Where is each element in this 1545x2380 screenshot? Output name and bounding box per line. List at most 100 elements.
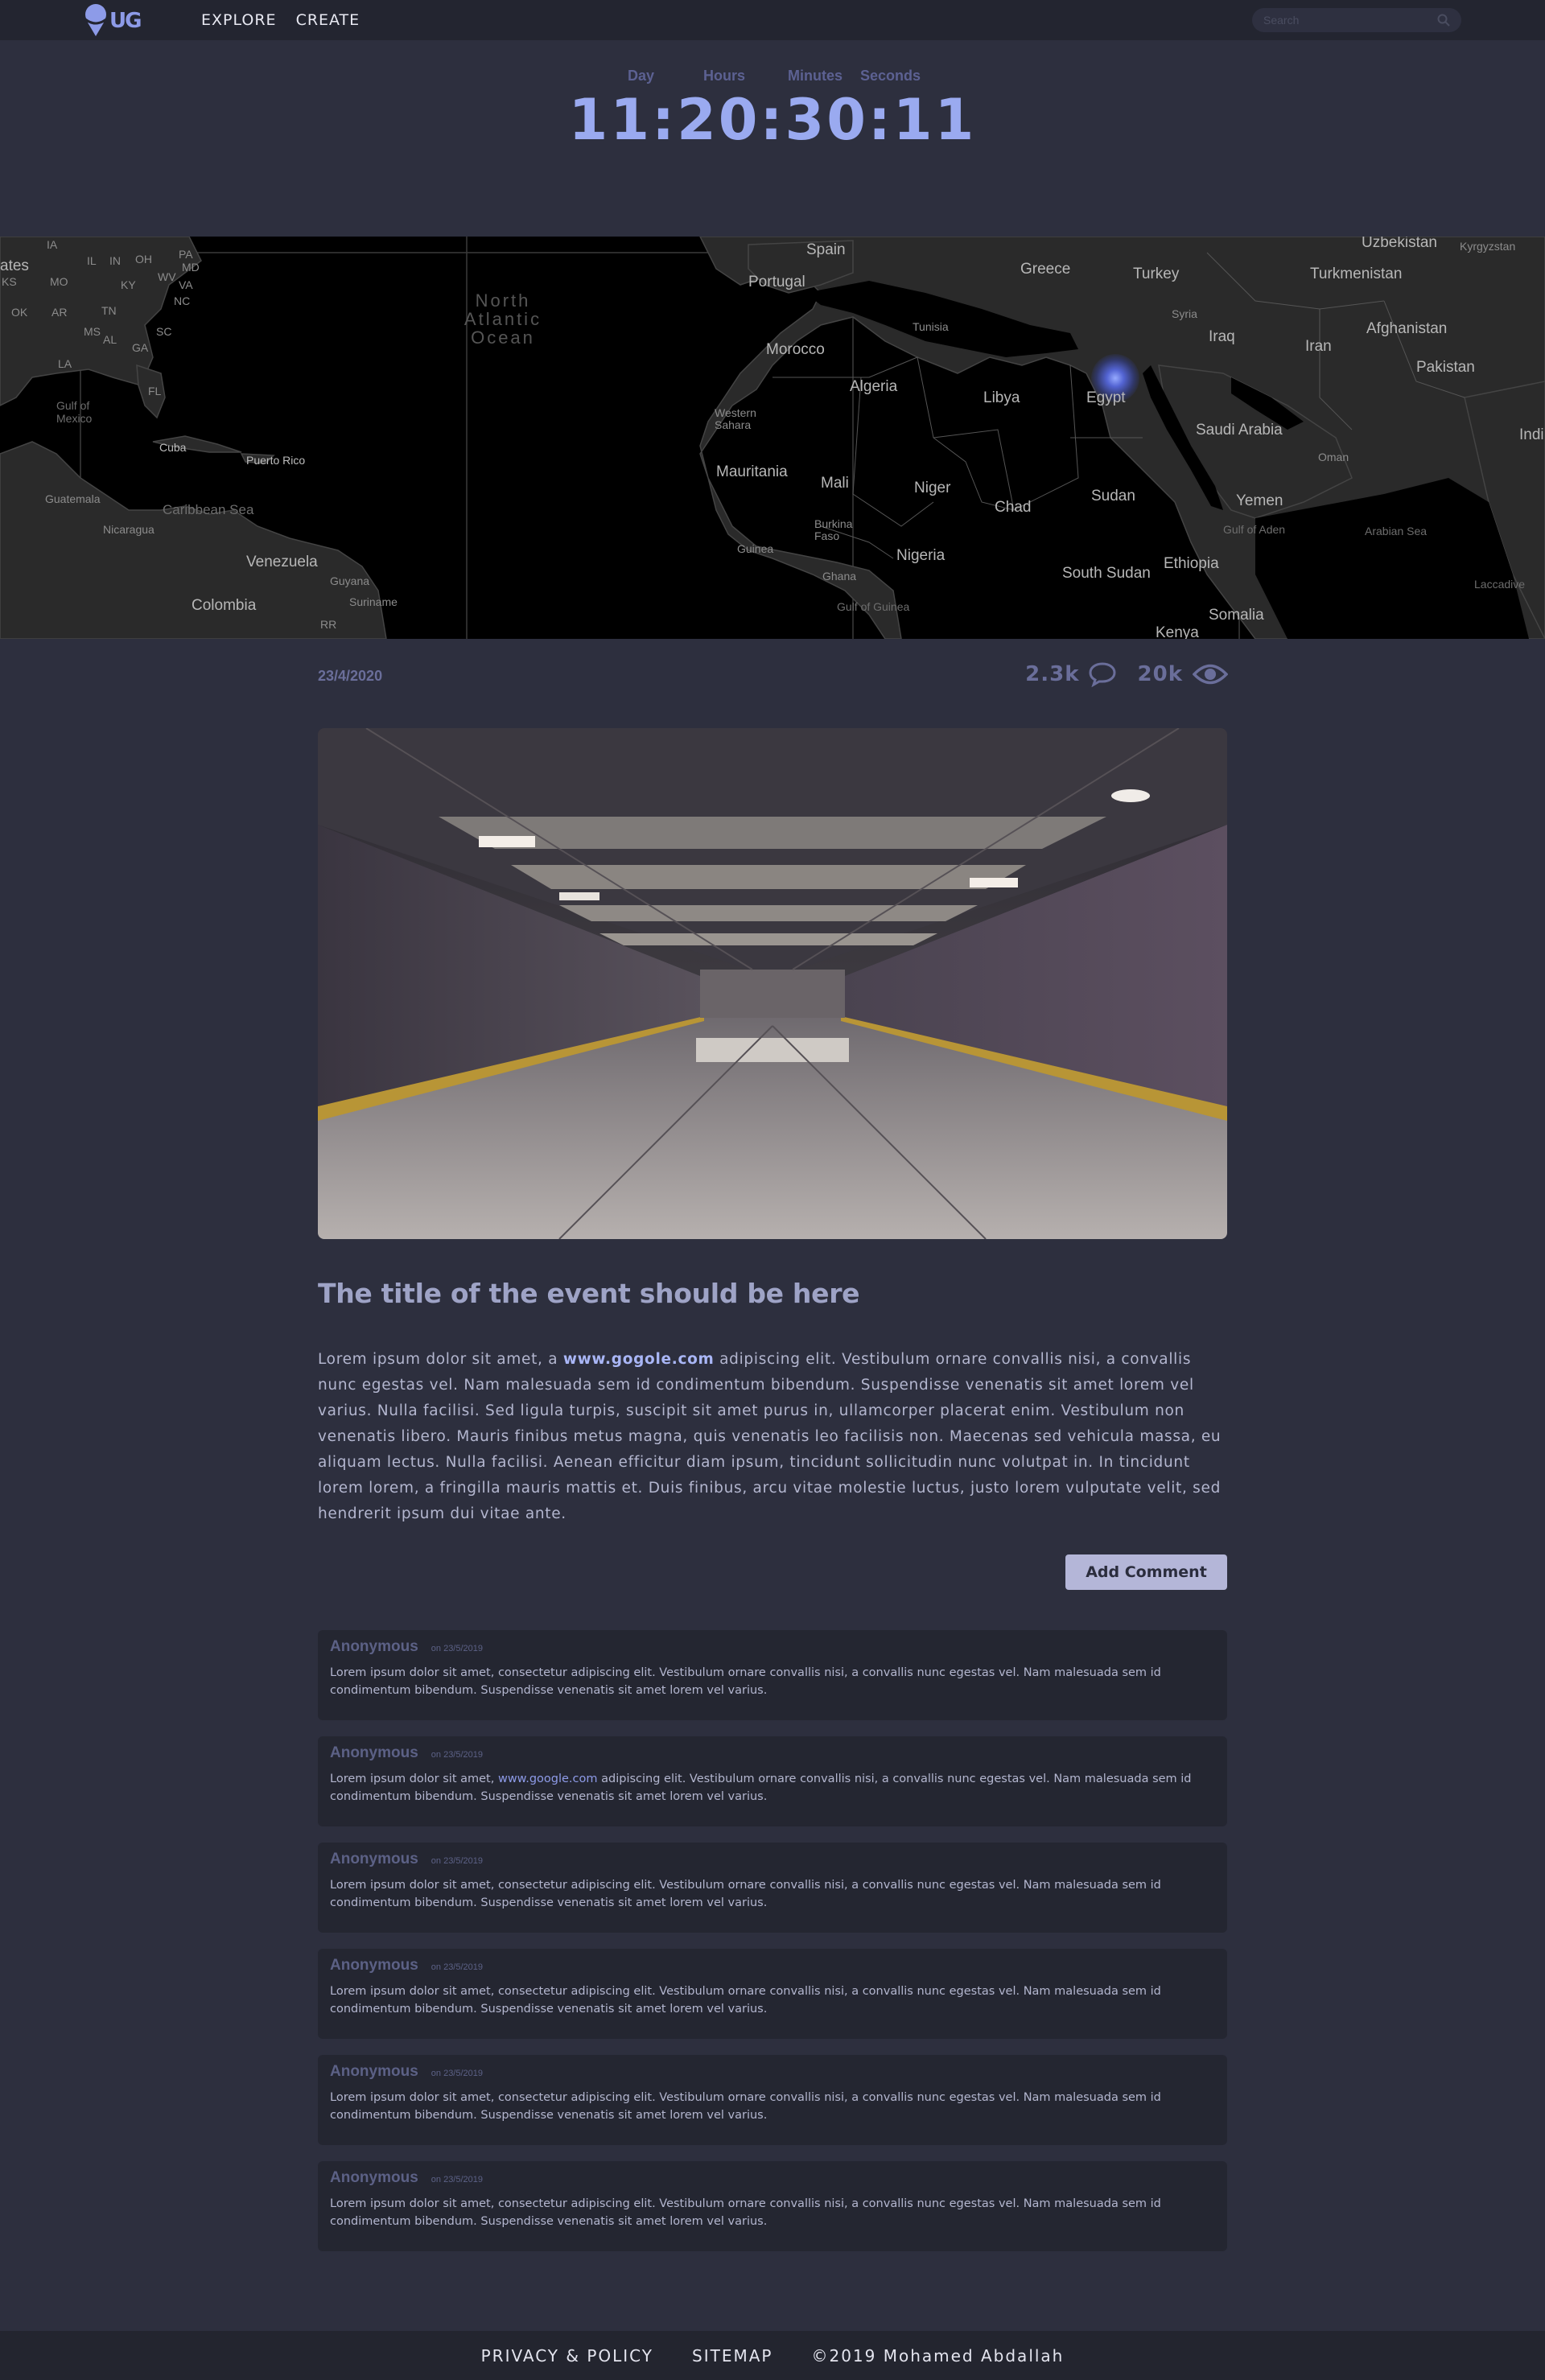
comment-text: Lorem ipsum dolor sit amet, consectetur … [330, 1876, 1215, 1912]
countdown-minutes-label: Minutes [788, 68, 843, 84]
map-label: Egypt [1086, 389, 1126, 406]
map-label: LA [58, 357, 72, 370]
map-label: NC [174, 294, 191, 307]
map-label: Sudan [1091, 488, 1135, 504]
map-land-shapes [0, 237, 1545, 639]
map-label: AR [52, 306, 68, 319]
map-label: Kenya [1156, 624, 1199, 639]
map-label: North Atlantic Ocean [464, 290, 542, 348]
comment-card: Anonymous on 23/5/2019 Lorem ipsum dolor… [318, 1736, 1227, 1826]
map-label: MO [50, 275, 68, 288]
map-label: Gulf of Mexico [56, 399, 93, 425]
comment-card: Anonymous on 23/5/2019 Lorem ipsum dolor… [318, 2055, 1227, 2145]
map-label: IN [109, 254, 121, 267]
comment-author: Anonymous [330, 1957, 418, 1974]
nav-create-link[interactable]: CREATE [296, 11, 360, 29]
countdown-labels: Day Hours Minutes Seconds [0, 68, 1545, 87]
map-label: Algeria [850, 378, 898, 395]
views-count: 20k [1137, 662, 1183, 686]
map-label: Guyana [330, 574, 370, 587]
map-label: OH [135, 253, 152, 266]
event-map[interactable]: Spain Portugal Greece Turkey Uzbekistan … [0, 237, 1545, 639]
map-label: Tunisia [913, 320, 949, 333]
event-stats: 2.3k 20k [1025, 661, 1228, 687]
map-label: Venezuela [246, 554, 318, 570]
countdown-seconds-label: Seconds [860, 68, 921, 84]
event-description: Lorem ipsum dolor sit amet, a www.gogole… [318, 1347, 1227, 1527]
comment-card: Anonymous on 23/5/2019 Lorem ipsum dolor… [318, 2161, 1227, 2251]
map-label: MD [182, 261, 200, 274]
map-label: Cuba [159, 441, 187, 454]
map-label: ates [0, 257, 29, 274]
footer: PRIVACY & POLICY SITEMAP ©2019 Mohamed A… [0, 2331, 1545, 2380]
map-label: IA [47, 238, 58, 251]
comment-text-part: Lorem ipsum dolor sit amet, consectetur … [330, 1666, 1161, 1697]
description-text: Lorem ipsum dolor sit amet, a [318, 1351, 563, 1368]
comment-text: Lorem ipsum dolor sit amet, consectetur … [330, 1664, 1215, 1699]
countdown-hours-label: Hours [703, 68, 746, 84]
nav-explore-link[interactable]: EXPLORE [201, 11, 277, 29]
map-label: Libya [983, 389, 1020, 406]
map-label: RR [320, 618, 337, 631]
map-label: Somalia [1209, 607, 1264, 624]
map-label: Greece [1020, 261, 1071, 278]
comments-count: 2.3k [1025, 662, 1080, 686]
comment-link[interactable]: www.google.com [498, 1773, 598, 1785]
search-input[interactable] [1252, 8, 1461, 32]
map-label: Gulf of Aden [1223, 523, 1286, 536]
map-label: Spain [806, 241, 846, 258]
comment-text: Lorem ipsum dolor sit amet, www.google.c… [330, 1770, 1215, 1806]
map-label: Arabian Sea [1365, 525, 1428, 537]
description-text: adipiscing elit. Vestibulum ornare conva… [318, 1351, 1222, 1522]
map-label: South Sudan [1062, 565, 1151, 582]
map-label: Afghanistan [1366, 320, 1448, 337]
map-label: PA [179, 248, 193, 261]
logo[interactable]: UG [84, 3, 142, 37]
privacy-policy-link[interactable]: PRIVACY & POLICY [481, 2346, 653, 2366]
map-label: Yemen [1236, 492, 1283, 509]
comment-date: on 23/5/2019 [431, 1856, 484, 1866]
comment-card: Anonymous on 23/5/2019 Lorem ipsum dolor… [318, 1949, 1227, 2039]
map-label: Iran [1305, 338, 1332, 355]
comment-icon[interactable] [1088, 661, 1117, 687]
comment-text: Lorem ipsum dolor sit amet, consectetur … [330, 1983, 1215, 2018]
map-label: OK [11, 306, 28, 319]
sitemap-link[interactable]: SITEMAP [692, 2346, 772, 2366]
comment-author: Anonymous [330, 2169, 418, 2186]
comment-author: Anonymous [330, 1851, 418, 1867]
countdown-timer: 11:20:30:11 [568, 87, 977, 153]
comment-author: Anonymous [330, 2063, 418, 2080]
map-label: VA [179, 278, 193, 291]
map-label: MS [84, 325, 101, 338]
map-label: Suriname [349, 595, 398, 608]
comment-text: Lorem ipsum dolor sit amet, consectetur … [330, 2195, 1215, 2230]
map-label: Caribbean Sea [163, 502, 254, 517]
comment-date: on 23/5/2019 [431, 2069, 484, 2078]
comment-card: Anonymous on 23/5/2019 Lorem ipsum dolor… [318, 1843, 1227, 1933]
map-label: Portugal [748, 274, 805, 290]
description-link[interactable]: www.gogole.com [563, 1351, 715, 1368]
comment-text: Lorem ipsum dolor sit amet, consectetur … [330, 2089, 1215, 2124]
map-label: Niger [914, 480, 951, 496]
map-label: Mauritania [716, 463, 788, 480]
map-label: Guatemala [45, 492, 101, 505]
map-label: Nigeria [896, 547, 946, 564]
comment-date: on 23/5/2019 [431, 2175, 484, 2184]
map-label: Puerto Rico [246, 454, 306, 467]
comment-text-part: Lorem ipsum dolor sit amet, [330, 1773, 498, 1785]
search-icon[interactable] [1437, 14, 1450, 27]
comment-date: on 23/5/2019 [431, 1644, 484, 1653]
comment-text-part: Lorem ipsum dolor sit amet, consectetur … [330, 1879, 1161, 1909]
map-label: SC [156, 325, 172, 338]
map-label: Mali [821, 475, 849, 492]
map-label: KS [2, 275, 17, 288]
map-label: Pakistan [1416, 359, 1475, 376]
comments-list: Anonymous on 23/5/2019 Lorem ipsum dolor… [318, 1630, 1227, 2267]
comment-date: on 23/5/2019 [431, 1962, 484, 1972]
map-label: Iraq [1209, 328, 1235, 345]
add-comment-button[interactable]: Add Comment [1065, 1554, 1227, 1590]
map-label: Morocco [766, 341, 825, 358]
event-image [318, 728, 1227, 1239]
nav-links: EXPLORE CREATE [201, 11, 360, 29]
copyright-text: ©2019 Mohamed Abdallah [811, 2345, 1065, 2366]
